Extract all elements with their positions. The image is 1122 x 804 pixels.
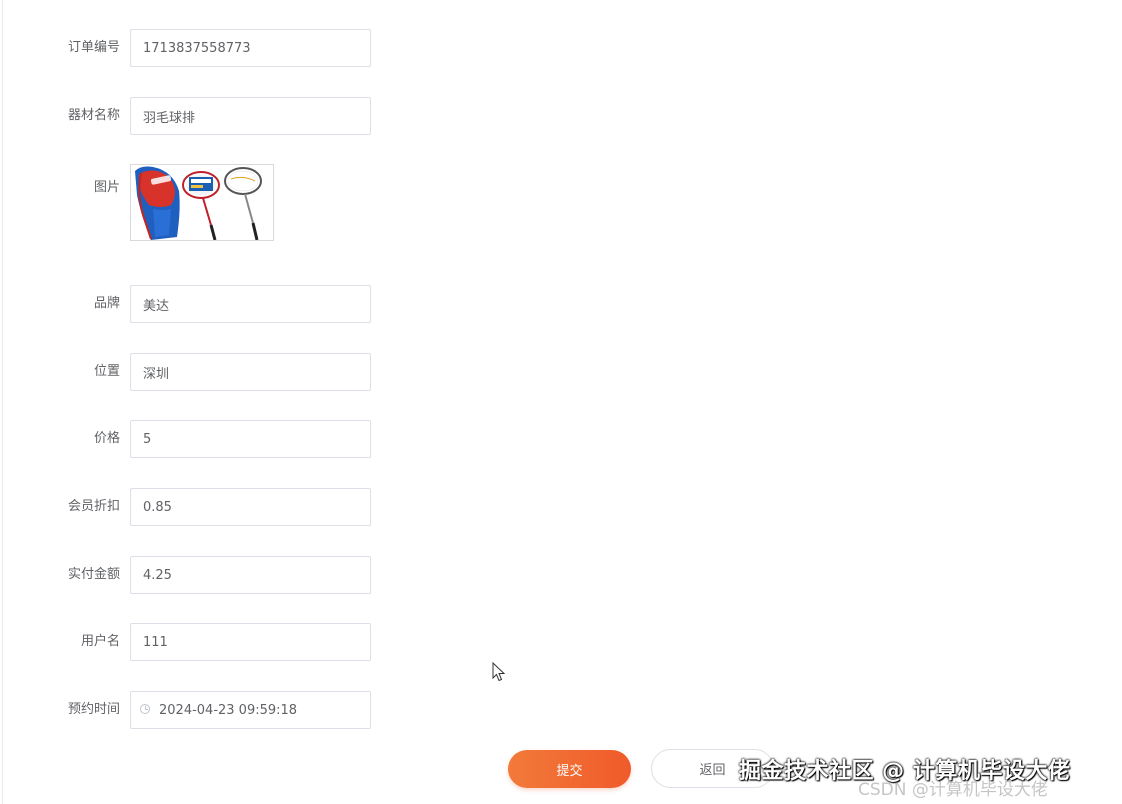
- form-row-location: 位置: [0, 353, 380, 391]
- location-label: 位置: [93, 364, 120, 379]
- location-input[interactable]: [130, 353, 371, 391]
- booking-time-label: 预约时间: [67, 702, 120, 717]
- clock-icon: [140, 704, 150, 714]
- member-discount-input[interactable]: [130, 488, 371, 526]
- price-label: 价格: [93, 431, 120, 446]
- paid-amount-label: 实付金额: [67, 567, 120, 582]
- member-discount-label: 会员折扣: [67, 499, 120, 514]
- form-row-booking-time: 预约时间: [0, 691, 380, 729]
- form-row-member-discount: 会员折扣: [0, 488, 380, 526]
- paid-amount-input[interactable]: [130, 556, 371, 594]
- form-row-order-number: 订单编号: [0, 29, 380, 67]
- order-number-label: 订单编号: [67, 40, 120, 55]
- equipment-name-label: 器材名称: [67, 108, 120, 123]
- form-row-paid-amount: 实付金额: [0, 556, 380, 594]
- mouse-pointer-icon: [492, 661, 506, 686]
- equipment-name-input[interactable]: [130, 97, 371, 135]
- equipment-picture[interactable]: [130, 164, 274, 241]
- form-row-equipment-name: 器材名称: [0, 97, 380, 135]
- username-input[interactable]: [130, 623, 371, 661]
- booking-time-input[interactable]: [130, 691, 371, 729]
- username-label: 用户名: [80, 634, 120, 649]
- brand-input[interactable]: [130, 285, 371, 323]
- order-number-input[interactable]: [130, 29, 371, 67]
- badminton-racket-image: [135, 166, 262, 240]
- picture-label: 图片: [93, 180, 120, 195]
- form-row-username: 用户名: [0, 623, 380, 661]
- price-input[interactable]: [130, 420, 371, 458]
- watermark-csdn: CSDN @计算机毕设大佬: [858, 780, 1048, 800]
- submit-button[interactable]: 提交: [508, 750, 631, 788]
- form-row-brand: 品牌: [0, 285, 380, 323]
- form-row-price: 价格: [0, 420, 380, 458]
- brand-label: 品牌: [93, 296, 120, 311]
